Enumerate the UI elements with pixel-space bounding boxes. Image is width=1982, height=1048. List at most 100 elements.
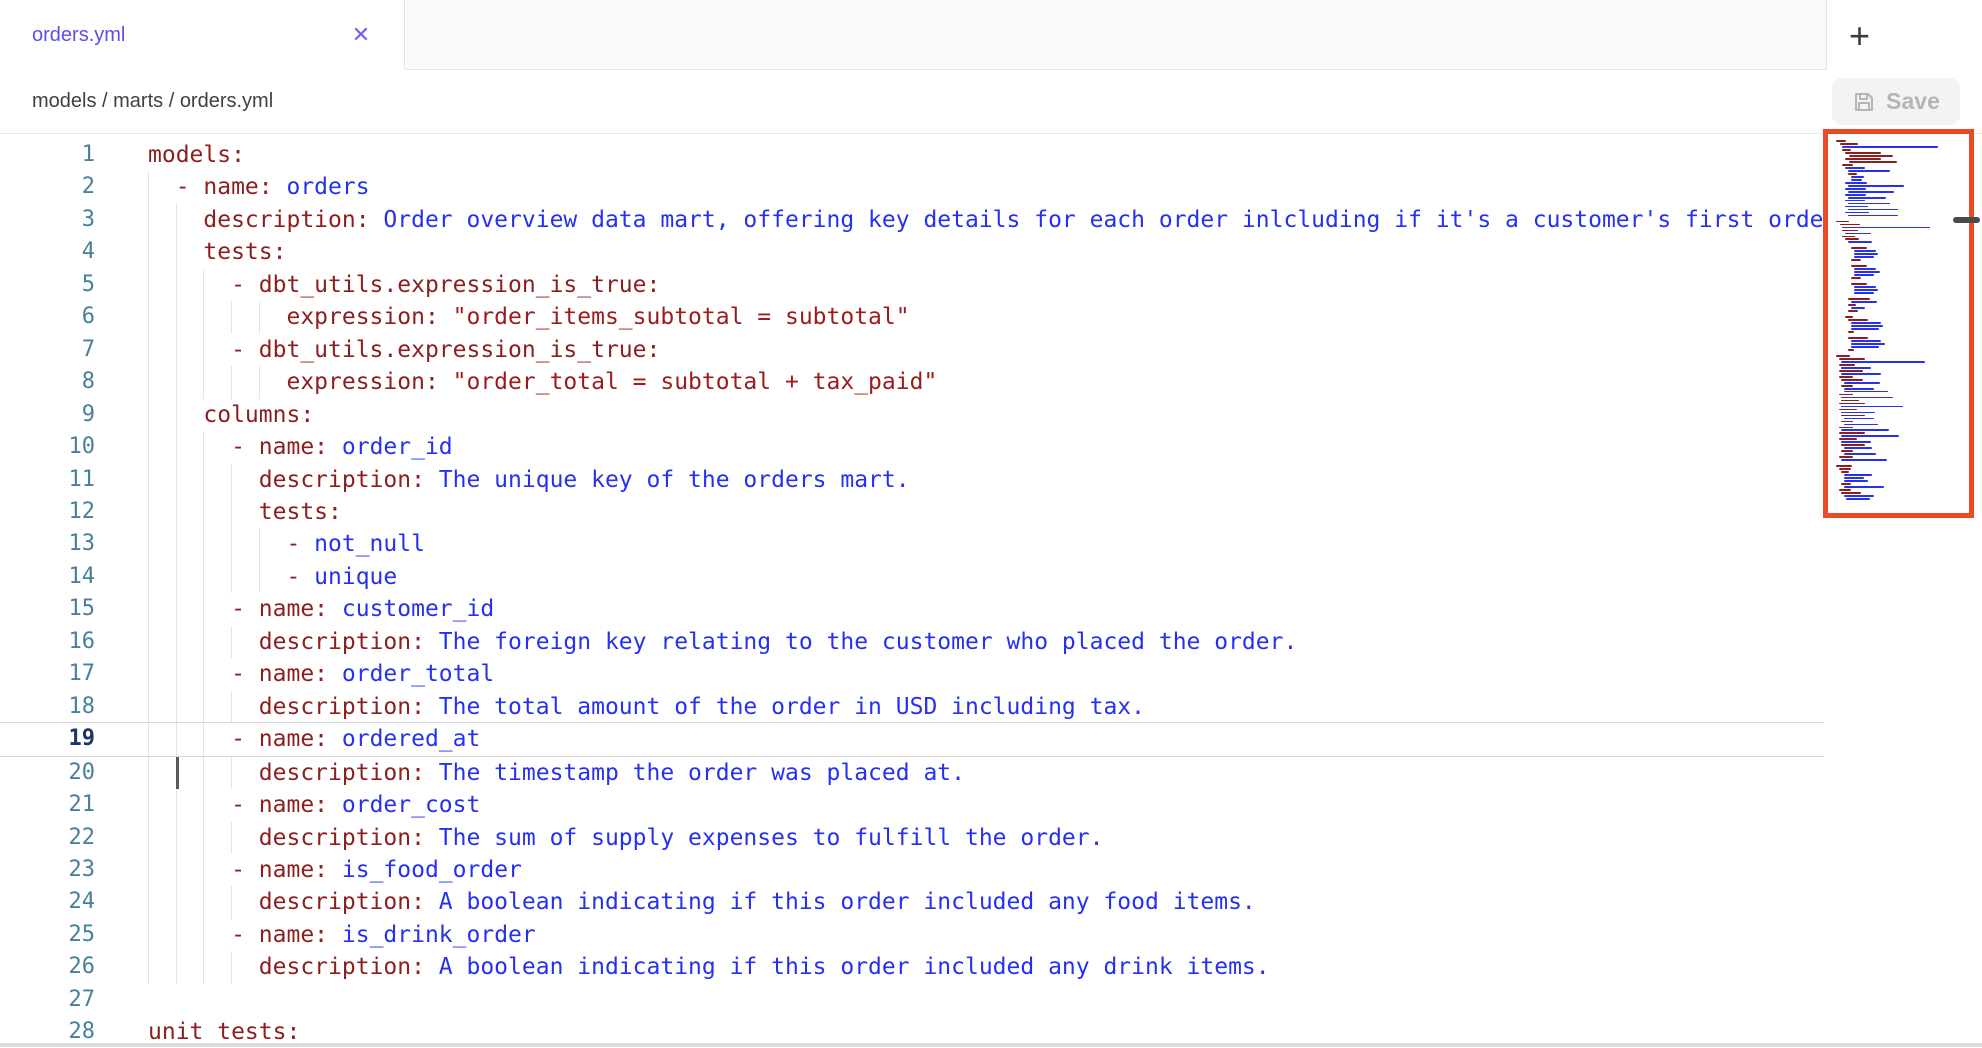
horizontal-scrollbar[interactable]: [0, 1043, 1982, 1047]
minimap-row: [1854, 268, 1876, 270]
tab-bar: orders.yml ✕ +: [0, 0, 1982, 70]
code-line[interactable]: 14 - unique: [0, 561, 1824, 593]
minimap-row: [1844, 382, 1880, 384]
minimap-row: [1851, 340, 1881, 342]
line-number: 20: [0, 757, 95, 789]
code-text: - name: customer_id: [148, 593, 494, 625]
minimap-row: [1845, 206, 1868, 208]
minimap-row: [1846, 498, 1870, 500]
code-text: - name: orders: [148, 171, 370, 203]
minimap-row: [1841, 459, 1887, 461]
minimap-row: [1836, 465, 1852, 467]
minimap-row: [1848, 197, 1886, 199]
tab-orders-yml[interactable]: orders.yml ✕: [0, 0, 405, 70]
minimap-row: [1854, 250, 1876, 252]
minimap[interactable]: [1836, 140, 1966, 512]
minimap-row: [1848, 337, 1868, 339]
code-line[interactable]: 27: [0, 984, 1824, 1016]
code-line[interactable]: 6 expression: "order_items_subtotal = su…: [0, 301, 1824, 333]
minimap-row: [1854, 289, 1878, 291]
line-number: 8: [0, 366, 95, 398]
save-icon: [1852, 90, 1876, 114]
minimap-row: [1841, 367, 1871, 369]
minimap-row: [1841, 397, 1893, 399]
minimap-row: [1845, 167, 1865, 169]
code-text: - dbt_utils.expression_is_true:: [148, 334, 660, 366]
minimap-row: [1851, 307, 1865, 309]
minimap-row: [1844, 486, 1884, 488]
line-number: 22: [0, 822, 95, 854]
code-line[interactable]: 5 - dbt_utils.expression_is_true:: [0, 269, 1824, 301]
minimap-row: [1841, 471, 1849, 473]
line-number: 18: [0, 691, 95, 723]
minimap-row: [1840, 143, 1858, 145]
minimap-row: [1845, 188, 1866, 190]
minimap-row: [1845, 194, 1866, 196]
code-line[interactable]: 25 - name: is_drink_order: [0, 919, 1824, 951]
code-line[interactable]: 2 - name: orders: [0, 171, 1824, 203]
minimap-row: [1841, 450, 1853, 452]
scroll-marker[interactable]: [1953, 217, 1980, 223]
code-line[interactable]: 13 - not_null: [0, 528, 1824, 560]
code-line[interactable]: 22 description: The sum of supply expens…: [0, 822, 1824, 854]
code-line[interactable]: 18 description: The total amount of the …: [0, 691, 1824, 723]
line-number: 21: [0, 789, 95, 821]
minimap-row: [1841, 483, 1851, 485]
code-line[interactable]: 21 - name: order_cost: [0, 789, 1824, 821]
code-line[interactable]: 4 tests:: [0, 236, 1824, 268]
minimap-row: [1851, 346, 1879, 348]
minimap-row: [1854, 253, 1878, 255]
code-line[interactable]: 15 - name: customer_id: [0, 593, 1824, 625]
minimap-row: [1841, 400, 1859, 402]
minimap-row: [1848, 241, 1872, 243]
code-line[interactable]: 16 description: The foreign key relating…: [0, 626, 1824, 658]
code-text: expression: "order_total = subtotal + ta…: [148, 366, 937, 398]
close-icon[interactable]: ✕: [348, 22, 374, 48]
code-line[interactable]: 26 description: A boolean indicating if …: [0, 951, 1824, 983]
minimap-row: [1851, 283, 1867, 285]
minimap-row: [1841, 379, 1863, 381]
minimap-row: [1841, 435, 1899, 437]
code-text: description: The unique key of the order…: [148, 464, 910, 496]
minimap-row: [1848, 191, 1894, 193]
code-line[interactable]: 24 description: A boolean indicating if …: [0, 886, 1824, 918]
save-button[interactable]: Save: [1832, 78, 1960, 125]
code-text: - dbt_utils.expression_is_true:: [148, 269, 660, 301]
save-label: Save: [1886, 88, 1940, 115]
code-line[interactable]: 11 description: The unique key of the or…: [0, 464, 1824, 496]
minimap-row: [1842, 164, 1853, 166]
code-text: - name: is_drink_order: [148, 919, 536, 951]
minimap-row: [1848, 203, 1890, 205]
code-text: columns:: [148, 399, 314, 431]
new-tab-button[interactable]: +: [1826, 0, 1982, 70]
minimap-row: [1848, 304, 1856, 306]
minimap-row: [1845, 152, 1881, 154]
minimap-row: [1851, 328, 1879, 330]
code-line[interactable]: 3 description: Order overview data mart,…: [0, 204, 1824, 236]
minimap-row: [1844, 447, 1872, 449]
code-line[interactable]: 7 - dbt_utils.expression_is_true:: [0, 334, 1824, 366]
tab-label: orders.yml: [32, 24, 125, 47]
minimap-row: [1845, 212, 1869, 214]
minimap-row: [1841, 421, 1853, 423]
code-line[interactable]: 12 tests:: [0, 496, 1824, 528]
minimap-row: [1844, 453, 1876, 455]
minimap-row: [1848, 173, 1857, 175]
minimap-row: [1839, 376, 1853, 378]
code-line[interactable]: 1models:: [0, 139, 1824, 171]
code-editor[interactable]: 1models:2 - name: orders3 description: O…: [0, 134, 1982, 1048]
minimap-row: [1844, 495, 1874, 497]
code-line[interactable]: 17 - name: order_total: [0, 658, 1824, 690]
minimap-row: [1849, 155, 1893, 157]
minimap-row: [1841, 429, 1889, 431]
code-line[interactable]: 8 expression: "order_total = subtotal + …: [0, 366, 1824, 398]
minimap-row: [1841, 441, 1871, 443]
code-line[interactable]: 10 - name: order_id: [0, 431, 1824, 463]
code-line[interactable]: 23 - name: is_food_order: [0, 854, 1824, 886]
code-line[interactable]: 19 - name: ordered_at: [0, 722, 1824, 756]
minimap-row: [1844, 388, 1874, 390]
line-number: 6: [0, 301, 95, 333]
code-line[interactable]: 20 description: The timestamp the order …: [0, 757, 1824, 789]
minimap-row: [1839, 489, 1851, 491]
code-line[interactable]: 9 columns:: [0, 399, 1824, 431]
